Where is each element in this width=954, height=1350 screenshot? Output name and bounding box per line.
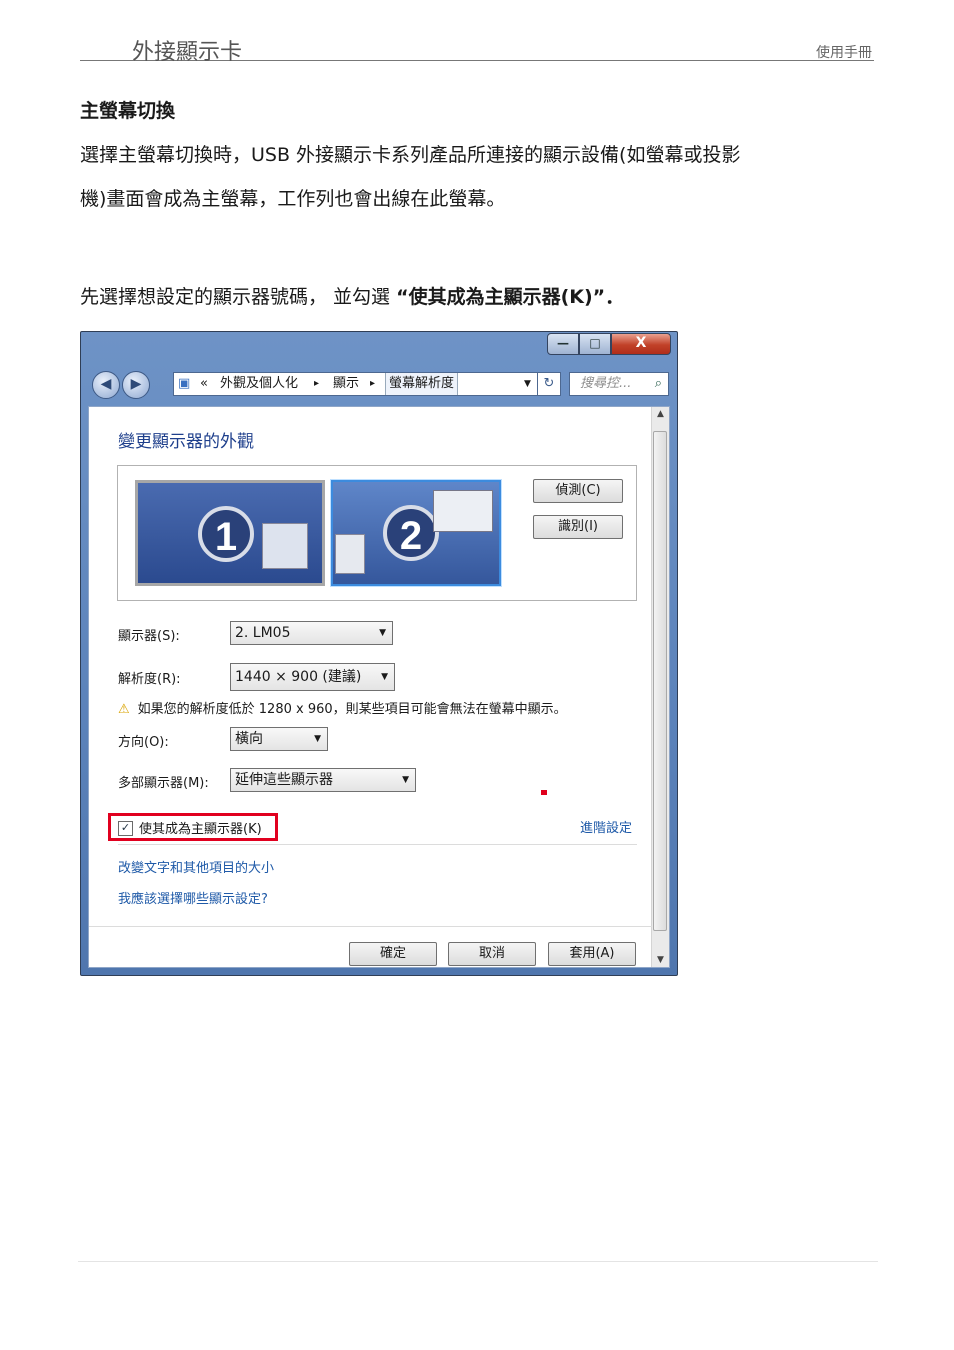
search-icon: ⌕ (654, 376, 662, 391)
monitor-2-preview[interactable]: 2 (331, 480, 501, 586)
instruction-paragraph: 先選擇想設定的顯示器號碼， 並勾選 “使其成為主顯示器(K)”． (80, 275, 880, 319)
divider (89, 926, 652, 927)
resolution-value: 1440 × 900 (建議) (235, 669, 362, 685)
page-header: 外接顯示卡 使用手冊 (80, 34, 874, 65)
chevron-down-icon: ▼ (379, 628, 386, 638)
multi-display-select[interactable]: 延伸這些顯示器 ▼ (230, 768, 416, 792)
window-thumbnail-icon (262, 523, 308, 569)
minimize-button[interactable]: — (547, 333, 579, 355)
resolution-select[interactable]: 1440 × 900 (建議) ▼ (230, 663, 395, 691)
resolution-warning: ⚠ 如果您的解析度低於 1280 x 960，則某些項目可能會無法在螢幕中顯示。 (118, 698, 567, 717)
red-marker (541, 790, 547, 795)
display-help-link[interactable]: 我應該選擇哪些顯示設定? (118, 888, 268, 907)
window-controls: — □ X (547, 333, 671, 355)
scroll-down-icon[interactable]: ▼ (652, 955, 669, 965)
header-title: 外接顯示卡 (132, 40, 243, 65)
address-chevron: « (200, 376, 208, 391)
back-arrow-icon[interactable]: ◀ (92, 371, 120, 399)
page-title: 變更顯示器的外觀 (118, 432, 254, 452)
vertical-scrollbar[interactable]: ▲ ▼ (651, 407, 669, 967)
close-button[interactable]: X (611, 333, 671, 355)
crumb-display[interactable]: 顯示 (333, 373, 359, 395)
chevron-down-icon: ▼ (381, 672, 388, 682)
detect-button[interactable]: 偵測(C) (533, 479, 623, 503)
advanced-settings-link[interactable]: 進階設定 (580, 817, 632, 836)
footer-divider (78, 1261, 878, 1262)
display-select[interactable]: 2. LM05 ▼ (230, 621, 393, 645)
window-thumbnail-icon (335, 534, 365, 574)
search-input[interactable]: 搜尋控... ⌕ (569, 372, 669, 396)
cancel-button[interactable]: 取消 (448, 942, 536, 966)
address-dropdown-icon[interactable]: ▼ (524, 373, 531, 395)
forward-arrow-icon[interactable]: ▶ (122, 371, 150, 399)
divider (118, 844, 637, 845)
warning-text: 如果您的解析度低於 1280 x 960，則某些項目可能會無法在螢幕中顯示。 (137, 702, 567, 717)
chevron-down-icon: ▼ (314, 734, 321, 744)
crumb-appearance[interactable]: 外觀及個人化 (220, 373, 298, 395)
chevron-down-icon: ▼ (402, 775, 409, 785)
section-title: 主螢幕切換 (80, 100, 176, 122)
display-label: 顯示器(S): (118, 629, 180, 644)
scroll-up-icon[interactable]: ▲ (652, 409, 669, 419)
multi-display-label: 多部顯示器(M): (118, 776, 209, 791)
maximize-button[interactable]: □ (579, 333, 611, 355)
scroll-thumb[interactable] (653, 431, 667, 931)
text-size-link[interactable]: 改變文字和其他項目的大小 (118, 857, 274, 876)
primary-display-checkbox[interactable]: ✓ (118, 821, 133, 836)
crumb-resolution[interactable]: 螢幕解析度 (385, 373, 459, 395)
primary-display-highlight: ✓ 使其成為主顯示器(K) (108, 813, 278, 841)
primary-display-label[interactable]: 使其成為主顯示器(K) (139, 818, 262, 837)
monitor-arrangement: 1 2 偵測(C) 識別(I) (117, 465, 637, 601)
screen-resolution-window: — □ X ◀ ▶ ▣ « 外觀及個人化 ▸ 顯示 ▸ 螢幕解析度 ▼ ↻ 搜尋… (80, 331, 678, 976)
refresh-icon[interactable]: ↻ (537, 372, 561, 396)
orientation-label: 方向(O): (118, 735, 169, 750)
monitor-1-preview[interactable]: 1 (135, 480, 325, 586)
search-placeholder: 搜尋控... (580, 376, 632, 391)
monitor-number-badge: 2 (383, 505, 439, 561)
window-content: ▲ ▼ 變更顯示器的外觀 1 2 偵測(C) 識別(I) 顯示器(S): 2. … (88, 406, 670, 968)
intro-paragraph: 選擇主螢幕切換時，USB 外接顯示卡系列產品所連接的顯示設備(如螢幕或投影 機)… (80, 133, 880, 221)
orientation-value: 橫向 (235, 731, 263, 747)
display-value: 2. LM05 (235, 625, 291, 641)
orientation-select[interactable]: 橫向 ▼ (230, 727, 328, 751)
warning-icon: ⚠ (118, 702, 130, 717)
identify-button[interactable]: 識別(I) (533, 515, 623, 539)
intro-line-2: 機)畫面會成為主螢幕，工作列也會出線在此螢幕。 (80, 188, 506, 210)
apply-button[interactable]: 套用(A) (548, 942, 636, 966)
instruction-bold: “使其成為主顯示器(K)”． (396, 286, 625, 308)
multi-display-value: 延伸這些顯示器 (235, 772, 333, 788)
intro-line-1: 選擇主螢幕切換時，USB 外接顯示卡系列產品所連接的顯示設備(如螢幕或投影 (80, 144, 741, 166)
monitor-number-badge: 1 (198, 506, 254, 562)
control-panel-icon: ▣ (178, 376, 191, 391)
resolution-label: 解析度(R): (118, 672, 181, 687)
crumb-separator-icon: ▸ (314, 378, 320, 389)
crumb-separator-icon: ▸ (370, 378, 376, 389)
header-manual: 使用手冊 (816, 45, 872, 61)
address-bar[interactable]: ▣ « 外觀及個人化 ▸ 顯示 ▸ 螢幕解析度 ▼ (173, 372, 547, 396)
ok-button[interactable]: 確定 (349, 942, 437, 966)
window-thumbnail-icon (433, 490, 493, 532)
instruction-lead: 先選擇想設定的顯示器號碼， 並勾選 (80, 286, 397, 308)
